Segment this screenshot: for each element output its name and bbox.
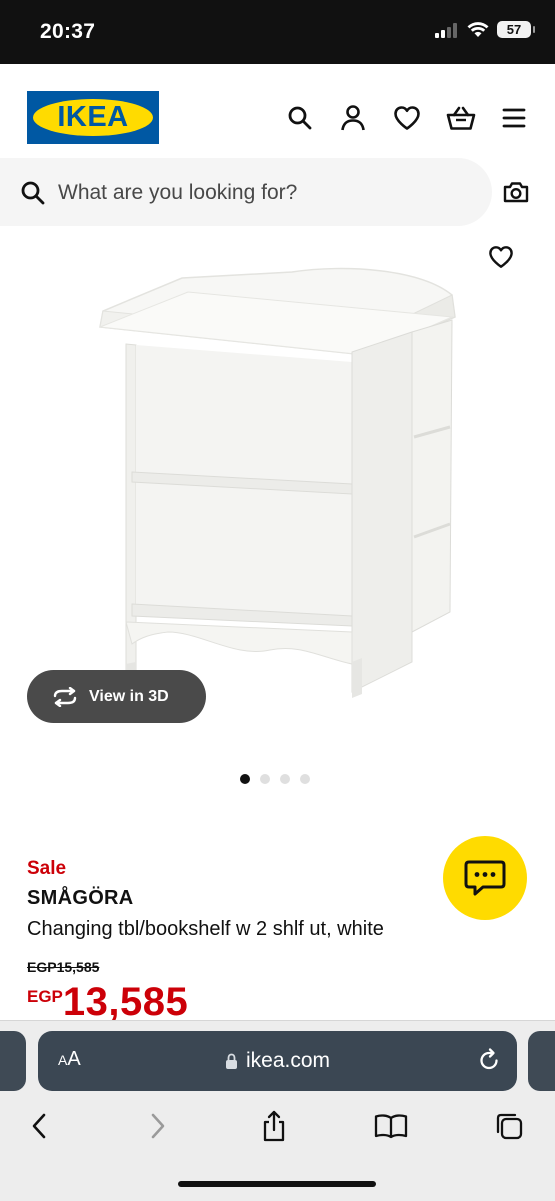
basket-icon[interactable] xyxy=(446,103,476,133)
next-tab-peek[interactable] xyxy=(528,1031,555,1091)
search-icon[interactable] xyxy=(285,103,315,133)
wifi-icon xyxy=(467,21,489,37)
signal-icon xyxy=(435,22,457,38)
forward-button[interactable] xyxy=(140,1108,176,1144)
product-name: SMÅGÖRA xyxy=(27,887,134,909)
product-description: Changing tbl/bookshelf w 2 shlf ut, whit… xyxy=(27,918,384,940)
chevron-right-icon xyxy=(151,1113,165,1139)
home-indicator[interactable] xyxy=(178,1181,376,1187)
gallery-pagination[interactable] xyxy=(240,774,310,784)
tabs-button[interactable] xyxy=(491,1108,527,1144)
chevron-left-icon xyxy=(32,1113,46,1139)
status-icons: 57 xyxy=(435,21,535,38)
menu-icon[interactable] xyxy=(499,103,529,133)
view-in-3d-label: View in 3D xyxy=(89,687,169,705)
bookmarks-button[interactable] xyxy=(373,1108,409,1144)
url-text: ikea.com xyxy=(245,1049,331,1072)
gallery-dot[interactable] xyxy=(260,774,270,784)
view-in-3d-button[interactable]: View in 3D xyxy=(27,670,206,723)
search-input[interactable] xyxy=(58,174,458,212)
status-time: 20:37 xyxy=(40,20,96,43)
back-button[interactable] xyxy=(21,1108,57,1144)
price-currency: EGP xyxy=(27,987,63,1006)
book-icon xyxy=(374,1114,408,1139)
current-price: EGP 13,585 xyxy=(27,980,188,1025)
price-value: 13,585 xyxy=(62,980,189,1024)
share-icon xyxy=(263,1110,285,1142)
heart-icon[interactable] xyxy=(392,103,422,133)
chat-icon xyxy=(464,860,506,896)
logo-oval: IKEA xyxy=(33,99,153,136)
reload-button[interactable] xyxy=(477,1047,501,1078)
url-display[interactable]: ikea.com xyxy=(38,1031,517,1091)
battery-indicator: 57 xyxy=(497,21,535,38)
status-bar: 20:37 57 xyxy=(0,0,555,64)
search-field-icon xyxy=(20,180,46,211)
address-bar[interactable]: AA ikea.com xyxy=(38,1031,517,1091)
heart-outline-icon xyxy=(489,246,513,268)
favourite-button[interactable] xyxy=(484,240,518,274)
logo-text: IKEA xyxy=(57,101,129,133)
sale-badge: Sale xyxy=(27,858,67,879)
rotate-3d-icon xyxy=(53,686,77,707)
gallery-dot[interactable] xyxy=(240,774,250,784)
lock-icon xyxy=(225,1053,237,1069)
ikea-logo[interactable]: IKEA xyxy=(27,91,159,144)
previous-tab-peek[interactable] xyxy=(0,1031,26,1091)
old-price: EGP15,585 xyxy=(27,959,100,975)
camera-icon xyxy=(503,182,529,203)
tabs-icon xyxy=(496,1113,523,1140)
user-icon[interactable] xyxy=(338,103,368,133)
gallery-dot[interactable] xyxy=(300,774,310,784)
gallery-dot[interactable] xyxy=(280,774,290,784)
share-button[interactable] xyxy=(256,1108,292,1144)
camera-search-button[interactable] xyxy=(490,166,542,218)
reload-icon xyxy=(480,1048,498,1070)
chat-button[interactable] xyxy=(443,836,527,920)
